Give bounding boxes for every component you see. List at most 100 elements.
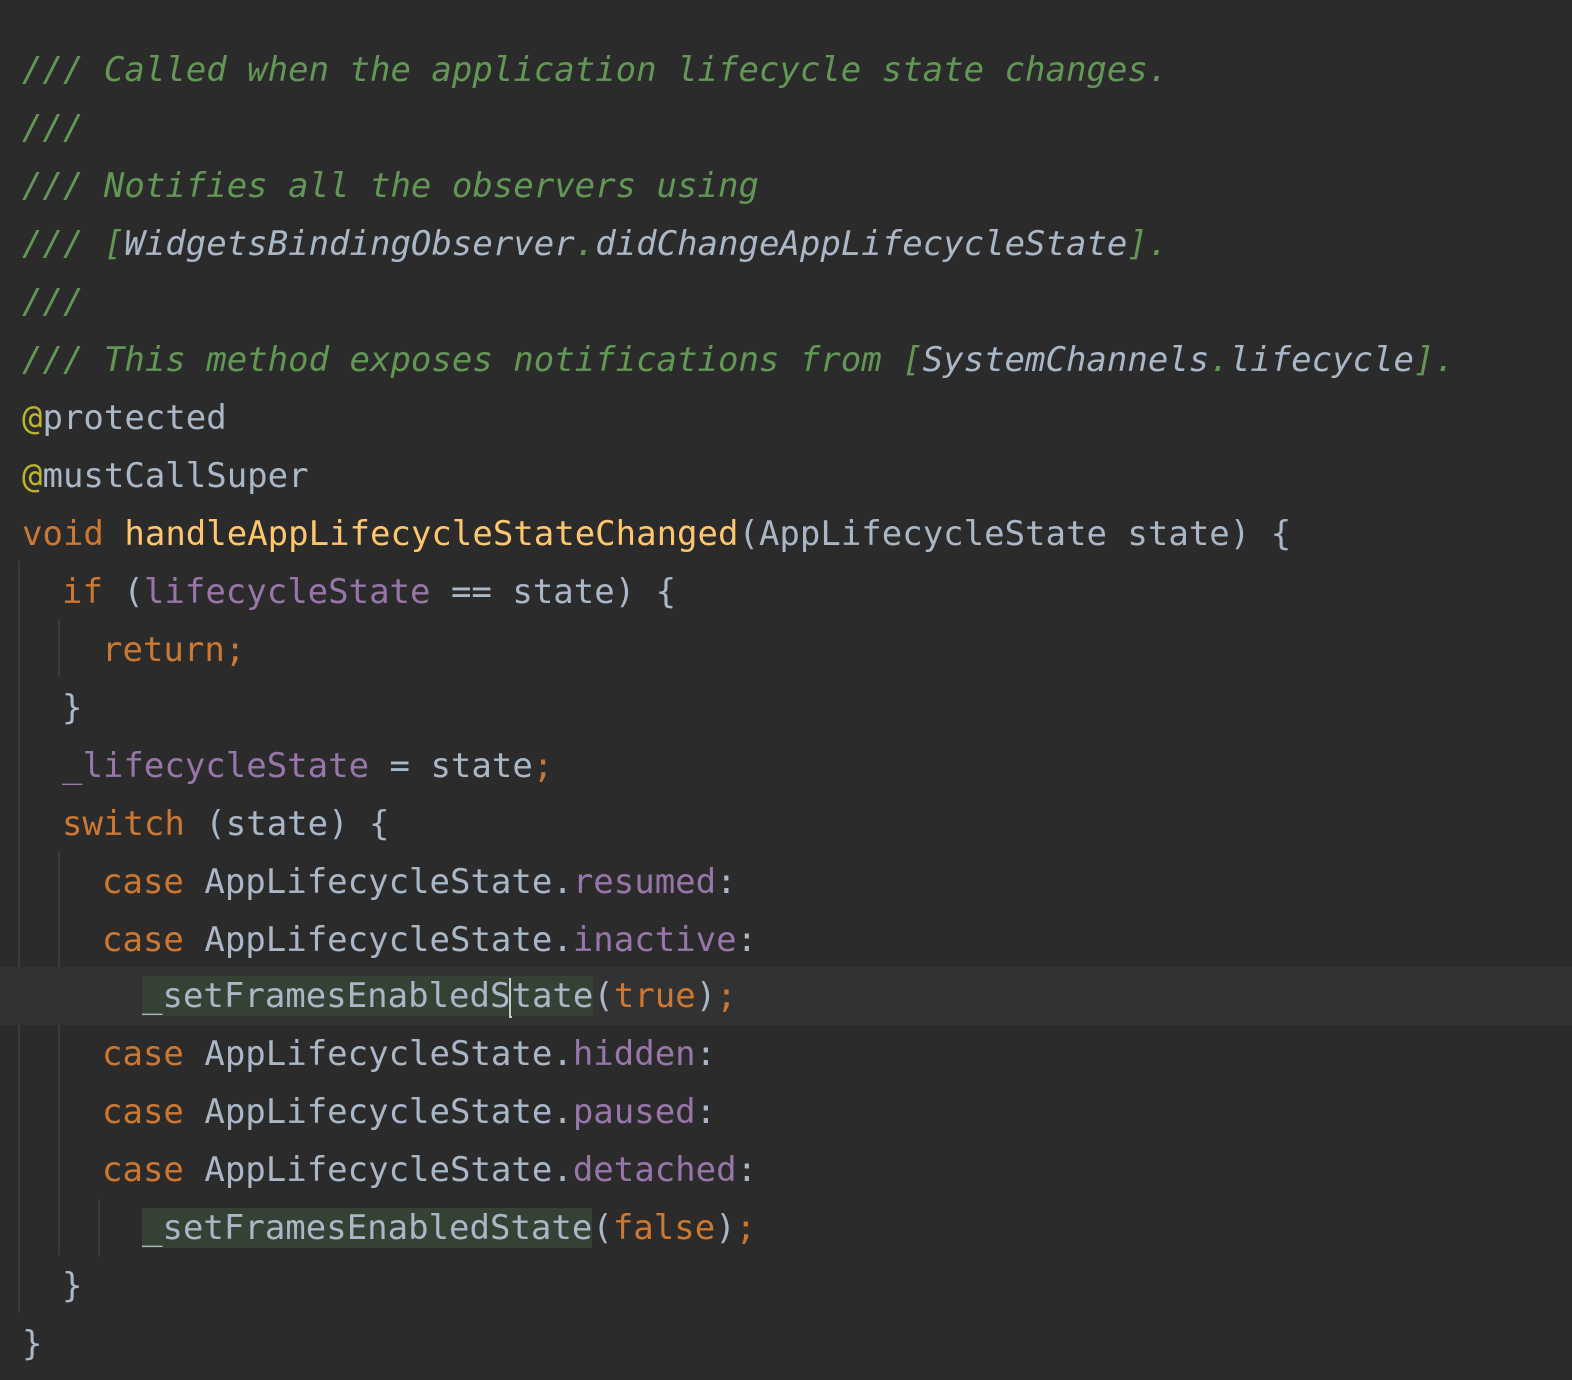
- code-line[interactable]: }: [0, 679, 1572, 737]
- code-line[interactable]: if (lifecycleState == state) {: [0, 563, 1572, 621]
- code-line-text: ///: [22, 273, 83, 331]
- code-token-punct: (: [592, 1208, 613, 1248]
- code-line-text: switch (state) {: [62, 795, 390, 853]
- code-line[interactable]: }: [0, 1315, 1572, 1373]
- code-line-text: _setFramesEnabledState(false);: [142, 1199, 756, 1257]
- code-line[interactable]: switch (state) {: [0, 795, 1572, 853]
- code-line[interactable]: case AppLifecycleState.inactive:: [0, 911, 1572, 969]
- code-line-text: return;: [102, 621, 245, 679]
- code-token-punct: ): [695, 976, 717, 1016]
- code-line[interactable]: case AppLifecycleState.resumed:: [0, 853, 1572, 911]
- code-token-punct: [104, 514, 124, 554]
- code-line-text: @mustCallSuper: [22, 447, 309, 505]
- code-line-text: /// Notifies all the observers using: [22, 157, 759, 215]
- code-line[interactable]: /// This method exposes notifications fr…: [0, 331, 1572, 389]
- code-token-keyword: case: [102, 862, 184, 902]
- code-line[interactable]: /// Called when the application lifecycl…: [0, 41, 1572, 99]
- code-token-comment: /// Called when the application lifecycl…: [22, 50, 1169, 90]
- code-token-comment: /// Notifies all the observers using: [22, 166, 759, 206]
- code-line-text: _lifecycleState = state;: [62, 737, 553, 795]
- code-line[interactable]: @mustCallSuper: [0, 447, 1572, 505]
- code-token-keyword: void: [22, 514, 104, 554]
- code-line-text: ///: [22, 99, 83, 157]
- current-code-line[interactable]: _setFramesEnabledState(true);: [0, 967, 1572, 1025]
- code-token-punct: :: [695, 1092, 717, 1132]
- code-token-keyword: return: [102, 630, 225, 670]
- code-token-annotation: mustCallSuper: [42, 456, 309, 496]
- code-line-text: void handleAppLifecycleStateChanged(AppL…: [22, 505, 1291, 563]
- code-line-text: }: [62, 1257, 82, 1315]
- code-line-text: /// [WidgetsBindingObserver.didChangeApp…: [22, 215, 1168, 273]
- code-token-field: lifecycleState: [143, 572, 431, 612]
- code-token-semicolon: ;: [224, 630, 246, 670]
- code-token-field: hidden: [572, 1034, 696, 1074]
- code-token-ident: = state: [369, 746, 533, 786]
- code-token-annotation-at: @: [22, 398, 43, 438]
- code-token-comment: ///: [22, 282, 84, 322]
- code-token-punct: (: [102, 572, 144, 612]
- code-line-text: }: [62, 679, 82, 737]
- code-token-keyword: switch: [62, 804, 185, 844]
- code-token-semicolon: ;: [735, 1208, 757, 1248]
- code-token-comment: /// This method exposes notifications fr…: [22, 340, 923, 380]
- code-token-punct: :: [736, 920, 758, 960]
- code-line[interactable]: void handleAppLifecycleStateChanged(AppL…: [0, 505, 1572, 563]
- code-token-ident: == state) {: [430, 572, 677, 612]
- code-token-literal: true: [613, 976, 696, 1016]
- code-line-text: case AppLifecycleState.hidden:: [102, 1025, 716, 1083]
- code-editor[interactable]: /// Called when the application lifecycl…: [0, 0, 1572, 1380]
- code-line[interactable]: /// [WidgetsBindingObserver.didChangeApp…: [0, 215, 1572, 273]
- code-token-field: resumed: [572, 862, 717, 902]
- code-token-punct: (: [738, 514, 759, 554]
- code-line[interactable]: @protected: [0, 389, 1572, 447]
- code-token-field: _lifecycleState: [62, 746, 370, 786]
- code-token-docref: didChangeAppLifecycleState: [595, 224, 1128, 264]
- code-token-docref: WidgetsBindingObserver: [124, 224, 575, 264]
- code-token-field: paused: [572, 1092, 696, 1132]
- code-line-text: case AppLifecycleState.inactive:: [102, 911, 757, 969]
- code-line[interactable]: /// Notifies all the observers using: [0, 157, 1572, 215]
- code-token-punct: }: [62, 688, 83, 728]
- code-token-keyword: if: [62, 572, 103, 612]
- code-token-comment: /// [: [22, 224, 125, 264]
- code-token-comment: .: [1209, 340, 1230, 380]
- code-line-text: case AppLifecycleState.paused:: [102, 1083, 716, 1141]
- code-token-punct: }: [22, 1324, 43, 1364]
- code-token-comment: ].: [1413, 340, 1455, 380]
- code-token-literal: false: [612, 1208, 716, 1248]
- code-token-call: _setFramesEnabledS: [142, 976, 511, 1016]
- code-line-text: }: [22, 1315, 42, 1373]
- code-token-keyword: case: [102, 920, 184, 960]
- code-token-punct: :: [695, 1034, 717, 1074]
- code-line[interactable]: return;: [0, 621, 1572, 679]
- code-token-comment: ///: [22, 108, 84, 148]
- code-token-call: _setFramesEnabledState: [142, 1208, 593, 1248]
- code-token-type: AppLifecycleState.: [183, 1150, 573, 1190]
- code-token-ident: (state) {: [184, 804, 390, 844]
- code-token-type: AppLifecycleState.: [183, 920, 573, 960]
- code-token-type: AppLifecycleState.: [183, 1092, 573, 1132]
- code-token-keyword: case: [102, 1092, 184, 1132]
- code-token-docref: SystemChannels: [922, 340, 1210, 380]
- code-token-type: AppLifecycleState: [758, 514, 1107, 554]
- code-line[interactable]: case AppLifecycleState.detached:: [0, 1141, 1572, 1199]
- code-line[interactable]: case AppLifecycleState.paused:: [0, 1083, 1572, 1141]
- code-token-annotation: protected: [42, 398, 227, 438]
- code-token-keyword: case: [102, 1034, 184, 1074]
- code-line-text: if (lifecycleState == state) {: [62, 563, 676, 621]
- code-token-comment: ].: [1127, 224, 1169, 264]
- code-token-punct: }: [62, 1266, 83, 1306]
- code-line[interactable]: _lifecycleState = state;: [0, 737, 1572, 795]
- code-line[interactable]: ///: [0, 273, 1572, 331]
- code-line[interactable]: ///: [0, 99, 1572, 157]
- code-line[interactable]: }: [0, 1257, 1572, 1315]
- code-line[interactable]: _setFramesEnabledState(false);: [0, 1199, 1572, 1257]
- code-line-text: case AppLifecycleState.resumed:: [102, 853, 737, 911]
- code-token-type: AppLifecycleState.: [183, 862, 573, 902]
- code-token-docref: lifecycle: [1229, 340, 1414, 380]
- code-token-param: state) {: [1106, 514, 1292, 554]
- code-token-keyword: case: [102, 1150, 184, 1190]
- code-token-function: handleAppLifecycleStateChanged: [124, 514, 739, 554]
- code-token-semicolon: ;: [532, 746, 554, 786]
- code-line[interactable]: case AppLifecycleState.hidden:: [0, 1025, 1572, 1083]
